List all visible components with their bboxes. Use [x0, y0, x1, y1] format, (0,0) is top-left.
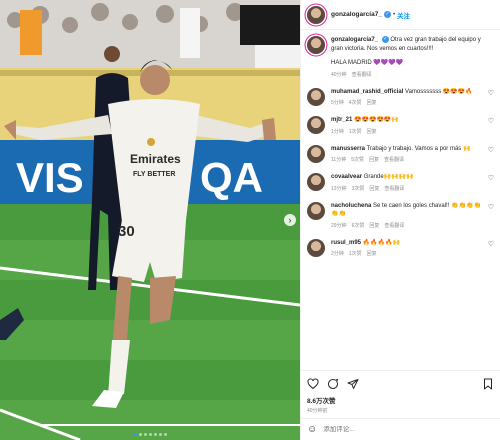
- follow-button[interactable]: 关注: [397, 10, 410, 20]
- comment-avatar[interactable]: [307, 201, 325, 220]
- comment-likes[interactable]: 1次赞: [349, 128, 362, 135]
- smiley-icon[interactable]: ☺: [307, 424, 317, 435]
- instagram-post: VIS QA Emirates FLY BETTER 30 › gonzalog…: [0, 0, 500, 440]
- comment-username[interactable]: nacholuchena: [331, 203, 371, 209]
- verified-badge-icon: ✓: [381, 36, 389, 43]
- comment-reply-button[interactable]: 回复: [369, 185, 379, 192]
- comment-avatar[interactable]: [307, 144, 325, 163]
- heart-icon[interactable]: [307, 378, 319, 390]
- post-side-panel: gonzalogarcía7_ ✓ • 关注 gonzalogarcía7_ ✓…: [300, 0, 500, 440]
- post-caption: gonzalogarcía7_ ✓ Otra vez gran trabajo …: [307, 36, 494, 78]
- carousel-dot[interactable]: [133, 433, 137, 436]
- comment-heart-icon[interactable]: ♡: [488, 89, 494, 107]
- comment-likes[interactable]: 4次赞: [349, 99, 362, 106]
- comment-heart-icon[interactable]: ♡: [488, 240, 494, 258]
- svg-text:FLY BETTER: FLY BETTER: [133, 171, 175, 178]
- svg-text:Emirates: Emirates: [130, 152, 181, 166]
- comment-avatar[interactable]: [307, 116, 325, 135]
- comment-time: 29分钟: [331, 222, 347, 229]
- comment-text: Grande🙌🙌🙌🙌: [363, 174, 414, 181]
- comment-time: 2分钟: [331, 251, 344, 258]
- comment-reply-button[interactable]: 回复: [367, 99, 377, 106]
- comment-avatar[interactable]: [307, 238, 325, 257]
- avatar[interactable]: [307, 5, 325, 24]
- separator-dot: •: [392, 11, 396, 18]
- verified-badge-icon: ✓: [383, 11, 391, 18]
- comment-icon[interactable]: [327, 378, 339, 390]
- carousel-dots: [0, 433, 300, 436]
- see-translation-link[interactable]: 查看翻译: [384, 156, 404, 163]
- comment-row: rusul_m95 🔥🔥🔥🔥🙌 2分钟 1次赞 回复 ♡: [307, 238, 494, 258]
- comment-likes[interactable]: 3次赞: [352, 185, 365, 192]
- carousel-dot[interactable]: [163, 433, 167, 436]
- comment-time: 5分钟: [331, 100, 344, 107]
- comment-username[interactable]: rusul_m95: [331, 240, 361, 246]
- carousel-dot[interactable]: [158, 433, 162, 436]
- comment-reply-button[interactable]: 回复: [369, 156, 379, 163]
- comment-time: 13分钟: [331, 185, 347, 192]
- comment-text: 😍😍😍😍😍🙌: [354, 117, 399, 124]
- comment-input[interactable]: [323, 426, 494, 433]
- carousel-dot[interactable]: [138, 433, 142, 436]
- comment-time: 11分钟: [331, 157, 347, 164]
- comment-avatar[interactable]: [307, 87, 325, 106]
- comment-time: 1分钟: [331, 128, 344, 135]
- comment-heart-icon[interactable]: ♡: [488, 174, 494, 192]
- comment-row: manusserra Trabajo y trabajo. Vamos a po…: [307, 144, 494, 164]
- caption-avatar[interactable]: [307, 36, 325, 54]
- jersey-number: 30: [118, 223, 135, 240]
- comment-username[interactable]: mjtr_21: [331, 117, 352, 123]
- comment-reply-button[interactable]: 回复: [367, 128, 377, 135]
- send-icon[interactable]: [347, 378, 359, 390]
- banner-text-right: QA: [200, 154, 263, 201]
- see-translation-link[interactable]: 查看翻译: [384, 185, 404, 192]
- comment-text: Trabajo y trabajo. Vamos a por más 🙌: [366, 145, 471, 152]
- likes-count[interactable]: 8.6万次赞: [307, 395, 494, 405]
- comment-row: mjtr_21 😍😍😍😍😍🙌 1分钟 1次赞 回复 ♡: [307, 116, 494, 135]
- comment-reply-button[interactable]: 回复: [367, 250, 377, 257]
- comment-heart-icon[interactable]: ♡: [488, 203, 494, 229]
- comment-row: covaalvear Grande🙌🙌🙌🙌 13分钟 3次赞 回复 查看翻译 ♡: [307, 173, 494, 192]
- comment-likes[interactable]: 1次赞: [349, 250, 362, 257]
- post-photo[interactable]: VIS QA Emirates FLY BETTER 30 ›: [0, 0, 300, 440]
- comment-avatar[interactable]: [307, 173, 325, 192]
- comment-row: muhamad_rashid_official Vamosssssss 😍😍😍🔥…: [307, 87, 494, 107]
- comment-text: 🔥🔥🔥🔥🙌: [362, 239, 401, 246]
- banner-text-left: VIS: [16, 154, 84, 201]
- comment-likes[interactable]: 5次赞: [351, 156, 364, 163]
- see-translation-link[interactable]: 查看翻译: [384, 222, 404, 229]
- comment-text: Vamosssssss 😍😍😍🔥: [405, 88, 473, 95]
- caption-extra: HALA MADRID 💜💜💜💜: [331, 60, 404, 67]
- comment-username[interactable]: covaalvear: [331, 174, 362, 180]
- comment-username[interactable]: manusserra: [331, 146, 365, 152]
- comment-reply-button[interactable]: 回复: [369, 222, 379, 229]
- caption-username[interactable]: gonzalogarcía7_: [331, 37, 378, 43]
- carousel-dot[interactable]: [148, 433, 152, 436]
- bookmark-icon[interactable]: [482, 378, 494, 390]
- comment-likes[interactable]: 6次赞: [352, 222, 365, 229]
- add-comment-bar: ☺: [301, 418, 500, 440]
- comment-row: nacholuchena Se te caen los goles chaval…: [307, 201, 494, 229]
- post-time: 40分钟前: [307, 408, 328, 414]
- next-photo-button[interactable]: ›: [284, 214, 296, 226]
- carousel-dot[interactable]: [153, 433, 157, 436]
- comment-heart-icon[interactable]: ♡: [488, 117, 494, 135]
- see-translation-link[interactable]: 查看翻译: [352, 71, 372, 78]
- soccer-celebration-image: VIS QA Emirates FLY BETTER 30: [0, 0, 300, 440]
- carousel-dot[interactable]: [143, 433, 147, 436]
- comments-list: gonzalogarcía7_ ✓ Otra vez gran trabajo …: [301, 30, 500, 370]
- comment-heart-icon[interactable]: ♡: [488, 146, 494, 164]
- caption-time: 40分钟: [331, 71, 347, 78]
- comment-username[interactable]: muhamad_rashid_official: [331, 89, 403, 95]
- post-header: gonzalogarcía7_ ✓ • 关注: [301, 0, 500, 30]
- post-author-username[interactable]: gonzalogarcía7_: [331, 11, 382, 18]
- action-bar: 8.6万次赞 40分钟前: [301, 370, 500, 418]
